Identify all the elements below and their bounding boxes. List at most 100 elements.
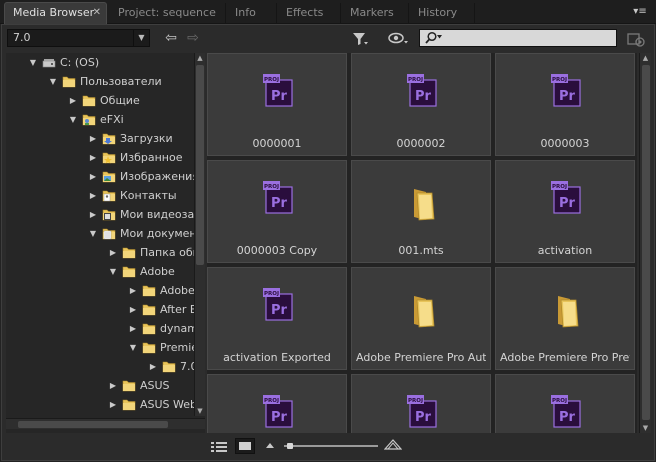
expand-triangle-right-icon[interactable]: ▶	[148, 357, 158, 376]
scroll-up-icon[interactable]: ▲	[195, 53, 205, 63]
search-icon[interactable]	[424, 31, 444, 45]
media-item[interactable]: PROJ Pr 0000003	[495, 53, 635, 156]
tree-row[interactable]: ▼ Adobe	[6, 262, 196, 281]
scroll-up-icon[interactable]: ▲	[640, 53, 651, 63]
tree-row[interactable]: ▼ Premiere Pro	[6, 338, 196, 357]
folder-tree[interactable]: ▼ C: (OS) ▼ Пользователи ▶ Общие ▼ eFXi ▶ Загрузк…	[6, 53, 205, 433]
scroll-thumb[interactable]	[642, 65, 650, 420]
ingest-settings-icon[interactable]	[626, 30, 646, 48]
grid-vertical-scrollbar[interactable]: ▲ ▼	[639, 53, 651, 433]
chevron-down-icon[interactable]: ▼	[133, 30, 149, 46]
media-item[interactable]: PROJ Pr 0000001	[207, 53, 347, 156]
tree-row[interactable]: ▶ Контакты	[6, 186, 196, 205]
media-item[interactable]: PROJ Pr	[351, 374, 491, 433]
media-item[interactable]: 001.mts	[351, 160, 491, 263]
media-item[interactable]: PROJ Pr 0000003 Copy	[207, 160, 347, 263]
tab-label: Markers	[350, 6, 394, 19]
zoom-in-icon[interactable]	[384, 438, 402, 450]
expand-triangle-right-icon[interactable]: ▶	[88, 186, 98, 205]
tree-row[interactable]: ▶ Папка обмена	[6, 243, 196, 262]
expand-triangle-right-icon[interactable]: ▶	[128, 300, 138, 319]
expand-triangle-right-icon[interactable]: ▶	[88, 167, 98, 186]
expand-triangle-right-icon[interactable]: ▶	[88, 129, 98, 148]
media-item[interactable]: Adobe Premiere Pro Auto-Save	[351, 267, 491, 370]
expand-triangle-down-icon[interactable]: ▼	[108, 262, 118, 281]
tree-row-label: Контакты	[120, 189, 177, 202]
tree-row[interactable]: ▼ C: (OS)	[6, 53, 196, 72]
zoom-out-icon[interactable]	[265, 441, 275, 449]
media-item[interactable]: PROJ Pr	[207, 374, 347, 433]
scroll-down-icon[interactable]: ▼	[195, 406, 205, 416]
media-item[interactable]: PROJ Pr activation	[495, 160, 635, 263]
toolbar: 7.0 ▼ ⇦ ⇨	[2, 25, 654, 51]
tree-row[interactable]: ▶ 7.0	[6, 357, 196, 376]
tree-row-label: dynamiclink	[160, 322, 196, 335]
tree-row[interactable]: ▶ Изображения	[6, 167, 196, 186]
media-item[interactable]: PROJ Pr activation Exported	[207, 267, 347, 370]
panel-menu-icon[interactable]: ▾≡	[630, 4, 650, 20]
tab-info[interactable]: Info	[227, 3, 277, 24]
media-item[interactable]: PROJ Pr	[495, 374, 635, 433]
tree-row-label: C: (OS)	[60, 56, 100, 69]
tab-history[interactable]: History	[410, 3, 475, 24]
expand-triangle-down-icon[interactable]: ▼	[28, 53, 38, 72]
media-item[interactable]: Adobe Premiere Pro Preview Files	[495, 267, 635, 370]
panel-tab-bar: Media Browser ✕ Project: sequence Info E…	[0, 0, 656, 25]
media-item[interactable]: PROJ Pr 0000002	[351, 53, 491, 156]
proj-badge-text: PROJ	[264, 184, 279, 190]
scroll-thumb[interactable]	[196, 65, 204, 265]
zoom-slider[interactable]	[284, 443, 378, 449]
expand-triangle-right-icon[interactable]: ▶	[108, 243, 118, 262]
tree-row[interactable]: ▶ dynamiclink	[6, 319, 196, 338]
media-grid: PROJ Pr 0000001 PROJ Pr 0000002 PROJ Pr 0000003 P…	[207, 53, 637, 433]
expand-triangle-right-icon[interactable]: ▶	[128, 319, 138, 338]
tab-markers[interactable]: Markers	[342, 3, 409, 24]
tab-project[interactable]: Project: sequence	[110, 3, 226, 24]
expand-triangle-right-icon[interactable]: ▶	[68, 91, 78, 110]
expand-triangle-right-icon[interactable]: ▶	[88, 148, 98, 167]
scroll-down-icon[interactable]: ▼	[640, 423, 651, 433]
tree-row[interactable]: ▼ Мои документы	[6, 224, 196, 243]
tab-effects[interactable]: Effects	[278, 3, 341, 24]
tree-row[interactable]: ▼ Пользователи	[6, 72, 196, 91]
folder-icon	[122, 246, 136, 259]
media-item-name: 0000001	[252, 137, 302, 150]
tab-media-browser[interactable]: Media Browser ✕	[4, 2, 107, 25]
pictures-folder-icon	[102, 170, 116, 183]
tree-row-label: Папка обмена	[140, 246, 196, 259]
tree-row[interactable]: ▶ After Effects	[6, 300, 196, 319]
filter-icon[interactable]	[352, 31, 370, 47]
tree-row[interactable]: ▶ ASUS WebStorage	[6, 395, 196, 414]
scroll-thumb[interactable]	[18, 421, 168, 428]
back-arrow-icon[interactable]: ⇦	[162, 29, 180, 47]
tree-row[interactable]: ▶ Избранное	[6, 148, 196, 167]
expand-triangle-right-icon[interactable]: ▶	[108, 376, 118, 395]
forward-arrow-icon[interactable]: ⇨	[184, 29, 202, 47]
tree-row[interactable]: ▶ Общие	[6, 91, 196, 110]
expand-triangle-down-icon[interactable]: ▼	[68, 110, 78, 129]
tab-label: Project: sequence	[118, 6, 216, 19]
tree-vertical-scrollbar[interactable]: ▲ ▼	[194, 53, 205, 416]
proj-badge-text: PROJ	[408, 77, 423, 83]
pr-logo-text: Pr	[271, 196, 288, 211]
expand-triangle-right-icon[interactable]: ▶	[128, 281, 138, 300]
tree-row[interactable]: ▼ eFXi	[6, 110, 196, 129]
expand-triangle-down-icon[interactable]: ▼	[48, 72, 58, 91]
list-view-icon[interactable]	[211, 441, 227, 453]
tree-row[interactable]: ▶ Мои видеозаписи	[6, 205, 196, 224]
expand-triangle-right-icon[interactable]: ▶	[108, 395, 118, 414]
search-input[interactable]	[419, 29, 617, 47]
tree-row[interactable]: ▶ Adobe	[6, 281, 196, 300]
folder-icon	[162, 360, 176, 373]
tree-horizontal-scrollbar[interactable]	[6, 418, 205, 429]
expand-triangle-down-icon[interactable]: ▼	[128, 338, 138, 357]
path-dropdown[interactable]: 7.0 ▼	[7, 29, 150, 47]
eye-icon[interactable]	[388, 31, 410, 47]
zoom-slider-thumb[interactable]	[287, 443, 293, 449]
tree-row[interactable]: ▶ Загрузки	[6, 129, 196, 148]
tree-row[interactable]: ▶ ASUS	[6, 376, 196, 395]
expand-triangle-right-icon[interactable]: ▶	[88, 205, 98, 224]
icon-view-icon[interactable]	[235, 438, 255, 454]
expand-triangle-down-icon[interactable]: ▼	[88, 224, 98, 243]
close-icon[interactable]: ✕	[93, 3, 101, 23]
